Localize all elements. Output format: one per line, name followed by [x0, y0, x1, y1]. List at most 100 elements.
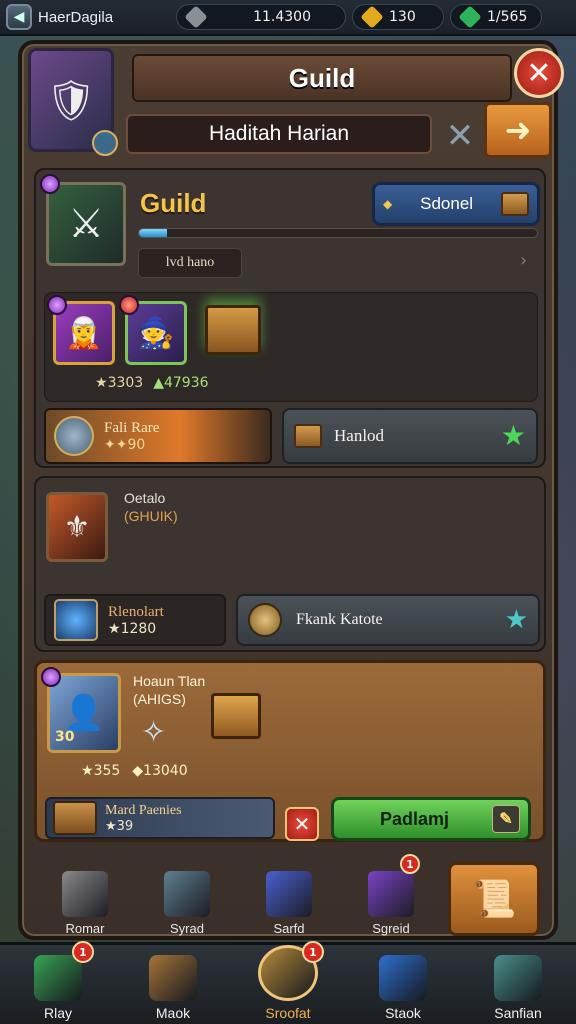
- craft-item-4[interactable]: 1 Sgreid: [340, 852, 442, 936]
- next-button[interactable]: ➜: [484, 102, 552, 158]
- relic-value: ★1280: [108, 620, 157, 637]
- gem-icon: [368, 871, 414, 917]
- main-currency[interactable]: 11.4300: [176, 4, 346, 30]
- fame-value: ✦✦90: [104, 436, 146, 453]
- hero-portrait-icon: 🛡: [45, 77, 97, 124]
- guild-card: ⚔ Guild ◆ Sdonel lvd hano › 🧝 🧙 ★3303 ▲4…: [34, 168, 546, 468]
- home-icon: [34, 955, 82, 1001]
- reward-stats: ★3303 ▲47936: [95, 375, 209, 391]
- green-gem-icon: [458, 5, 482, 29]
- gold-icon: [360, 5, 384, 29]
- knight-icon: ⚔: [68, 201, 104, 247]
- star-icon: ★: [500, 421, 526, 452]
- ring-icon: [248, 603, 282, 637]
- mage-icon: 🧙: [137, 315, 175, 351]
- cancel-button[interactable]: ✕: [285, 807, 319, 841]
- dismiss-icon[interactable]: ✕: [442, 116, 478, 156]
- guild-emblem[interactable]: ⚔: [46, 182, 126, 266]
- member-stat-1: ★355: [81, 763, 121, 779]
- select-button[interactable]: ◆ Sdonel: [372, 182, 540, 226]
- claim-label: Hanlod: [334, 426, 385, 445]
- craft-item-1[interactable]: Romar: [34, 852, 136, 936]
- details-card: ⚜ Oetalo (GHUIK) Rlenolart ★1280 Fkank K…: [34, 476, 546, 652]
- daily-reward-title: Haditah Harian: [126, 114, 432, 154]
- guild-progress-bar: [138, 228, 538, 238]
- detail-icon[interactable]: ⚜: [46, 492, 108, 562]
- nav-label: Sanfian: [494, 1005, 542, 1021]
- relic-box[interactable]: Rlenolart ★1280: [44, 594, 226, 646]
- crystal-icon: [266, 871, 312, 917]
- notification-badge: 1: [400, 854, 420, 874]
- warrior-icon: 🧝: [65, 315, 103, 351]
- tools-icon: [494, 955, 542, 1001]
- detail-subtitle: (GHUIK): [124, 508, 178, 524]
- rank-button[interactable]: Fkank Katote ★: [236, 594, 540, 646]
- member-name: Hoaun Tlan: [133, 673, 206, 689]
- gem-icon: [379, 955, 427, 1001]
- stone-icon: [184, 5, 208, 29]
- gem-value: 1/565: [487, 9, 528, 25]
- purple-gem-icon: [47, 295, 67, 315]
- close-button[interactable]: ✕: [514, 48, 564, 98]
- claim-button[interactable]: Hanlod ★: [282, 408, 538, 464]
- member-chest-icon[interactable]: [211, 693, 261, 739]
- chevron-left-icon: ◀: [13, 9, 25, 25]
- chest-reward-value: ▲47936: [153, 375, 209, 391]
- notification-badge: 1: [302, 941, 324, 963]
- accept-button[interactable]: Padlamj ✎: [331, 797, 531, 841]
- guild-progress-fill: [139, 229, 167, 237]
- back-button[interactable]: ◀: [6, 4, 32, 30]
- player-name: HaerDagila: [38, 8, 114, 26]
- craft-item-2[interactable]: Syrad: [136, 852, 238, 936]
- detail-title: Oetalo: [124, 490, 166, 506]
- notification-badge: 1: [72, 941, 94, 963]
- panel-title: Guild: [132, 54, 512, 102]
- crystal-icon: ✧: [141, 715, 167, 750]
- nav-item-play[interactable]: 1 Rlay: [6, 941, 110, 1024]
- craft-label: Romar: [65, 921, 105, 936]
- nav-item-settings[interactable]: Sanfian: [466, 945, 570, 1024]
- nav-label: Rlay: [43, 1005, 72, 1021]
- star-reward-value: ★3303: [95, 375, 144, 391]
- chevron-right-icon[interactable]: ›: [520, 250, 527, 271]
- crate-icon: [53, 801, 97, 835]
- quest-title: Mard Paenies: [105, 802, 182, 818]
- top-resource-bar: ◀ HaerDagila 11.4300 130 1/565: [0, 0, 576, 36]
- armor-icon: ⚜: [63, 509, 91, 545]
- shield-icon: [54, 416, 94, 456]
- craft-label: Sgreid: [372, 921, 410, 936]
- main-currency-value: 11.4300: [253, 9, 311, 25]
- guild-tag: lvd hano: [138, 248, 242, 278]
- craft-special-button[interactable]: 📜: [448, 862, 540, 936]
- nav-item-shop[interactable]: Staok: [351, 945, 455, 1024]
- accept-label: Padlamj: [380, 808, 450, 829]
- craft-item-3[interactable]: Sarfd: [238, 852, 340, 936]
- gold-counter[interactable]: 130: [352, 4, 444, 30]
- pencil-icon: ✎: [492, 805, 520, 833]
- nav-item-guild[interactable]: 1 Sroofat: [236, 941, 340, 1024]
- relic-name: Rlenolart: [108, 603, 164, 620]
- chest-icon: [500, 192, 529, 216]
- quest-banner[interactable]: Mard Paenies ★39: [45, 797, 275, 839]
- gold-value: 130: [389, 9, 416, 25]
- member-card: 👤 30 Hoaun Tlan (AHIGS) ✧ ★355 ◆13040 Ma…: [34, 660, 546, 842]
- member-stats: ★355 ◆13040: [81, 763, 188, 779]
- member-role: (AHIGS): [133, 691, 186, 707]
- nav-label: Maok: [155, 1005, 191, 1021]
- reward-chest-icon[interactable]: [205, 305, 261, 355]
- close-icon: ✕: [526, 55, 552, 91]
- craft-label: Sarfd: [273, 921, 305, 936]
- nav-item-map[interactable]: Maok: [121, 945, 225, 1024]
- quest-value: ★39: [105, 818, 134, 834]
- elf-portrait-icon: 👤: [62, 693, 106, 733]
- diamond-icon: ◆: [383, 197, 393, 211]
- fame-banner[interactable]: Fali Rare ✦✦90: [44, 408, 272, 464]
- select-button-label: Sdonel: [420, 194, 474, 213]
- close-icon: ✕: [293, 812, 311, 836]
- gem-counter[interactable]: 1/565: [450, 4, 542, 30]
- bottom-nav: 1 Rlay Maok 1 Sroofat Staok Sanfian: [0, 941, 576, 1024]
- rewards-box: 🧝 🧙 ★3303 ▲47936: [44, 292, 538, 402]
- member-level: 30: [55, 729, 75, 745]
- anvil-icon: [62, 871, 108, 917]
- chest-icon: [149, 955, 197, 1001]
